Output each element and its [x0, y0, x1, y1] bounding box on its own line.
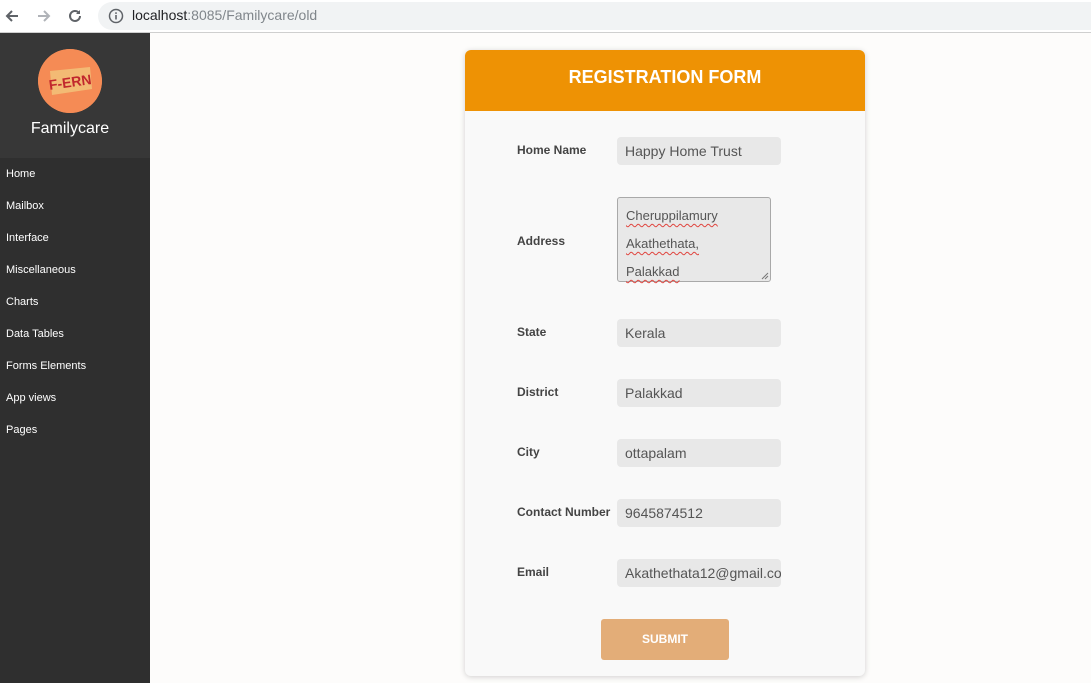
address-line-2: Akathethata, [626, 236, 699, 251]
address-label: Address [517, 234, 566, 248]
address-line-3: Palakkad [626, 264, 680, 279]
registration-card: REGISTRATION FORM Home Name Happy Home T… [465, 50, 865, 676]
home-name-label: Home Name [517, 143, 587, 157]
district-input[interactable]: Palakkad [617, 379, 781, 407]
url-path: :8085/Familycare/old [187, 7, 318, 23]
district-label: District [517, 385, 559, 399]
brand-panel: F-ERN Familycare [0, 33, 150, 158]
browser-toolbar: localhost:8085/Familycare/old [0, 0, 1091, 33]
contact-number-input[interactable]: 9645874512 [617, 499, 781, 527]
resize-grip-icon[interactable] [761, 272, 769, 280]
form-title: REGISTRATION FORM [568, 67, 762, 87]
address-bar[interactable]: localhost:8085/Familycare/old [98, 2, 1091, 30]
sidebar-menu: Home Mailbox Interface Miscellaneous Cha… [0, 158, 150, 446]
brand-name: Familycare [30, 120, 110, 137]
reload-icon[interactable] [63, 4, 87, 28]
url-text: localhost:8085/Familycare/old [132, 7, 317, 23]
sidebar-item-data-tables[interactable]: Data Tables [0, 318, 150, 350]
sidebar-item-home[interactable]: Home [0, 158, 150, 190]
sidebar-item-app-views[interactable]: App views [0, 382, 150, 414]
sidebar-item-forms-elements[interactable]: Forms Elements [0, 350, 150, 382]
sidebar-item-miscellaneous[interactable]: Miscellaneous [0, 254, 150, 286]
back-arrow-icon[interactable] [0, 4, 24, 28]
home-name-input[interactable]: Happy Home Trust [617, 137, 781, 165]
url-host: localhost [132, 7, 188, 23]
city-input[interactable]: ottapalam [617, 439, 781, 467]
sidebar-item-interface[interactable]: Interface [0, 222, 150, 254]
info-icon[interactable] [108, 8, 124, 24]
email-label: Email [517, 565, 550, 579]
sidebar-item-mailbox[interactable]: Mailbox [0, 190, 150, 222]
submit-button[interactable]: SUBMIT [601, 619, 729, 660]
email-input[interactable]: Akathethata12@gmail.cor [617, 559, 781, 587]
sidebar-item-charts[interactable]: Charts [0, 286, 150, 318]
city-label: City [517, 445, 540, 459]
sidebar: F-ERN Familycare Home Mailbox Interface … [0, 33, 150, 683]
forward-arrow-icon[interactable] [32, 4, 56, 28]
card-header: REGISTRATION FORM [465, 50, 865, 111]
sidebar-item-pages[interactable]: Pages [0, 414, 150, 446]
address-textarea[interactable]: Cheruppilamury Akathethata, Palakkad [617, 197, 771, 282]
contact-number-label: Contact Number [517, 505, 611, 519]
logo[interactable]: F-ERN [38, 49, 102, 113]
state-label: State [517, 325, 547, 339]
address-line-1: Cheruppilamury [626, 208, 718, 223]
state-input[interactable]: Kerala [617, 319, 781, 347]
